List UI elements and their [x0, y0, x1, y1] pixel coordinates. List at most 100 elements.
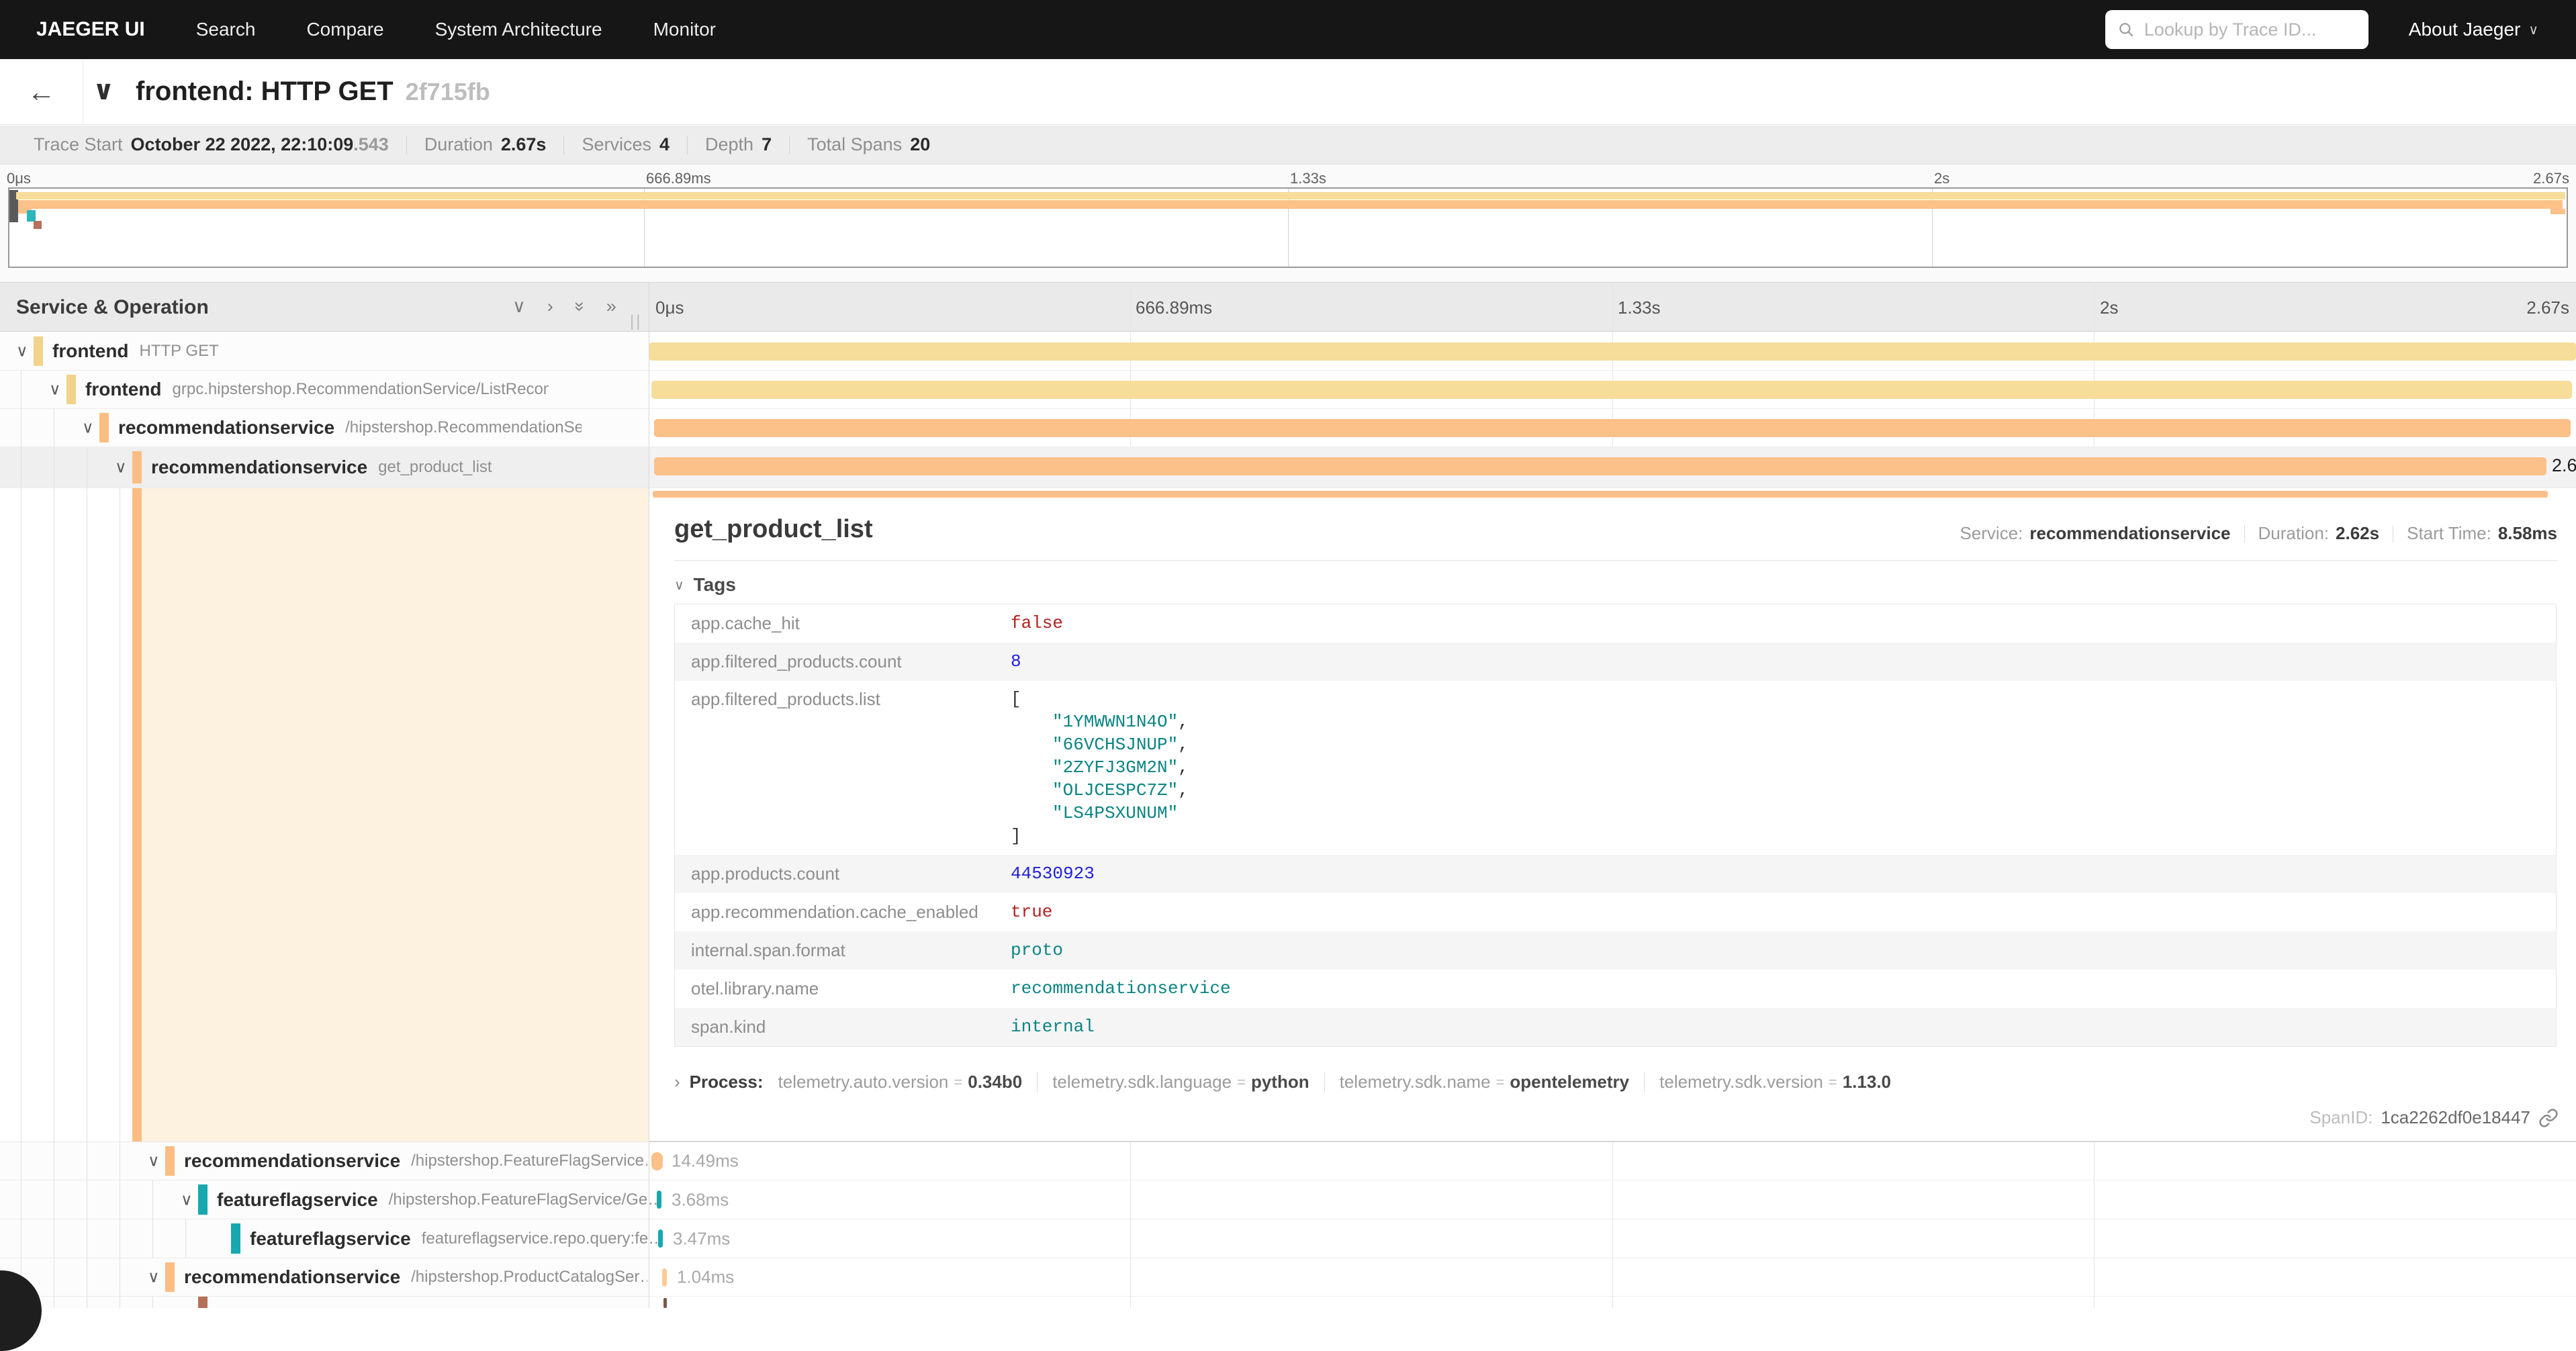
copy-link-icon[interactable] [2538, 1108, 2559, 1128]
span-row-recommendation-listrecommendations[interactable]: ∨ recommendationservice /hipstershop.Rec… [0, 409, 2576, 447]
span-row-rec-productcatalog[interactable]: ∨ recommendationservice /hipstershop.Pro… [0, 1258, 2576, 1297]
span-color-bar [165, 1146, 175, 1176]
expand-all-icon[interactable]: » [606, 296, 616, 317]
span-row-get-product-list[interactable]: ∨ recommendationservice get_product_list… [0, 447, 2576, 488]
trace-collapse-toggle[interactable]: ∨ [93, 75, 114, 106]
span-bar[interactable] [651, 1152, 663, 1170]
detail-duration-label: Duration: [2258, 523, 2330, 544]
timeline-tick-3: 2s [2100, 297, 2118, 318]
chevron-down-icon[interactable]: ∨ [181, 1190, 193, 1209]
tag-row: app.filtered_products.list [ 1YMWWN1N4O,… [675, 681, 2556, 855]
collapse-one-icon[interactable]: ∨ [512, 296, 526, 317]
span-bar[interactable] [663, 1298, 667, 1308]
nav-item-search[interactable]: Search [196, 19, 256, 40]
span-color-bar [198, 1297, 208, 1308]
minimap-tick-3: 2s [1934, 170, 1949, 187]
tag-value: 8 [1011, 643, 1021, 681]
span-bar[interactable] [651, 381, 2572, 399]
span-detail-panel: get_product_list Service: recommendation… [649, 488, 2576, 1142]
app-brand[interactable]: JAEGER UI [36, 18, 145, 41]
about-jaeger-menu[interactable]: About Jaeger ∨ [2409, 19, 2538, 40]
span-duration-label: 14.49ms [672, 1151, 739, 1172]
span-bar[interactable] [654, 457, 2546, 475]
tag-value-json-array: [ 1YMWWN1N4O, 66VCHSJNUP, 2ZYFJ3GM2N, OL… [1011, 688, 1189, 847]
span-color-bar [231, 1223, 240, 1254]
services-value: 4 [659, 134, 670, 155]
chevron-down-icon[interactable]: ∨ [115, 458, 127, 477]
process-section[interactable]: › Process: telemetry.auto.version=0.34b0… [674, 1072, 1891, 1092]
chevron-right-icon: › [674, 1072, 680, 1092]
span-service: featureflagservice [250, 1228, 411, 1250]
trace-start-value: October 22 2022, 22:10:09 [131, 134, 354, 155]
trace-id-lookup[interactable] [2105, 10, 2368, 49]
chevron-down-icon[interactable]: ∨ [16, 342, 28, 361]
service-operation-header: Service & Operation [16, 296, 209, 319]
top-navbar: JAEGER UI Search Compare System Architec… [0, 0, 2576, 59]
trace-header: ← ∨ frontend: HTTP GET2f715fb ◎ ∧ ∨ ✕ ⌘ … [0, 59, 2576, 125]
chevron-down-icon[interactable]: ∨ [148, 1152, 160, 1171]
span-row-partial[interactable] [0, 1297, 2576, 1308]
span-service: recommendationservice [151, 457, 367, 478]
column-resize-grip[interactable]: || [630, 312, 642, 331]
tag-key: app.recommendation.cache_enabled [691, 893, 978, 931]
chevron-down-icon[interactable]: ∨ [148, 1268, 160, 1287]
span-row-featureflag-repo-query[interactable]: featureflagservice featureflagservice.re… [0, 1219, 2576, 1258]
span-bar[interactable] [662, 1268, 667, 1287]
trace-start-label: Trace Start [34, 134, 123, 155]
tag-value: 44530923 [1011, 855, 1095, 893]
span-duration-label: 2.62s [2552, 455, 2576, 476]
span-color-bar [132, 451, 142, 483]
span-row-rec-featureflagservice[interactable]: ∨ recommendationservice /hipstershop.Fea… [0, 1142, 2576, 1180]
timeline-tick-1: 666.89ms [1136, 297, 1212, 318]
span-row-frontend-httpget[interactable]: ∨ frontend HTTP GET [0, 332, 2576, 371]
tag-key: otel.library.name [691, 970, 819, 1008]
minimap-tick-1: 666.89ms [646, 170, 711, 187]
span-operation: /hipstershop.RecommendationService/Lis… [345, 418, 582, 437]
span-bar[interactable] [658, 1229, 663, 1248]
chevron-down-icon: ∨ [2528, 21, 2538, 38]
span-bar[interactable] [654, 419, 2571, 437]
detail-service-value: recommendationservice [2029, 523, 2230, 544]
trace-id-lookup-input[interactable] [2144, 19, 2356, 40]
span-id-row: SpanID: 1ca2262df0e18447 [2309, 1107, 2559, 1128]
span-operation: HTTP GET [140, 342, 219, 361]
services-label: Services [582, 134, 651, 155]
nav-item-monitor[interactable]: Monitor [653, 19, 716, 40]
tag-key: app.filtered_products.list [691, 688, 880, 710]
trace-id-short: 2f715fb [406, 78, 490, 105]
span-id-label: SpanID: [2309, 1107, 2373, 1128]
duration-value: 2.67s [501, 134, 547, 155]
detail-row-indent-area [0, 488, 649, 1142]
span-row-frontend-listrecommendations[interactable]: ∨ frontend grpc.hipstershop.Recommendati… [0, 371, 2576, 409]
span-bar[interactable] [649, 342, 2576, 361]
search-icon [2117, 21, 2135, 38]
chevron-down-icon: ∨ [674, 577, 684, 594]
tags-section-toggle[interactable]: ∨ Tags [674, 574, 736, 596]
minimap-tick-0: 0μs [7, 170, 31, 187]
about-jaeger-label: About Jaeger [2409, 19, 2521, 40]
chevron-down-icon[interactable]: ∨ [49, 380, 61, 400]
chevron-down-icon[interactable]: ∨ [82, 418, 94, 438]
duration-label: Duration [424, 134, 493, 155]
minimap-span-brown [34, 221, 42, 229]
tag-value: true [1011, 893, 1052, 931]
detail-span-bar [653, 491, 2548, 498]
expand-one-icon[interactable]: › [547, 296, 553, 317]
nav-item-system-architecture[interactable]: System Architecture [435, 19, 602, 40]
span-duration-label: 1.04ms [677, 1267, 734, 1288]
collapse-all-icon[interactable]: » [569, 301, 590, 312]
tag-row: app.cache_hit false [675, 604, 2556, 643]
span-color-bar [99, 413, 109, 442]
back-button[interactable]: ← [0, 59, 83, 125]
tag-row: app.recommendation.cache_enabled true [675, 893, 2556, 931]
tag-row: app.filtered_products.count 8 [675, 643, 2556, 681]
nav-item-compare[interactable]: Compare [306, 19, 383, 40]
span-service: recommendationservice [184, 1266, 400, 1288]
span-row-featureflag-get[interactable]: ∨ featureflagservice /hipstershop.Featur… [0, 1180, 2576, 1219]
process-label: Process: [690, 1072, 764, 1092]
tag-key: internal.span.format [691, 931, 845, 970]
minimap-span-band-yellow [16, 192, 2565, 199]
trace-start-fraction: .543 [353, 134, 389, 155]
span-bar[interactable] [657, 1191, 661, 1209]
timeline-column-header: Service & Operation ∨ › » » || 0μs 666.8… [0, 282, 2576, 332]
